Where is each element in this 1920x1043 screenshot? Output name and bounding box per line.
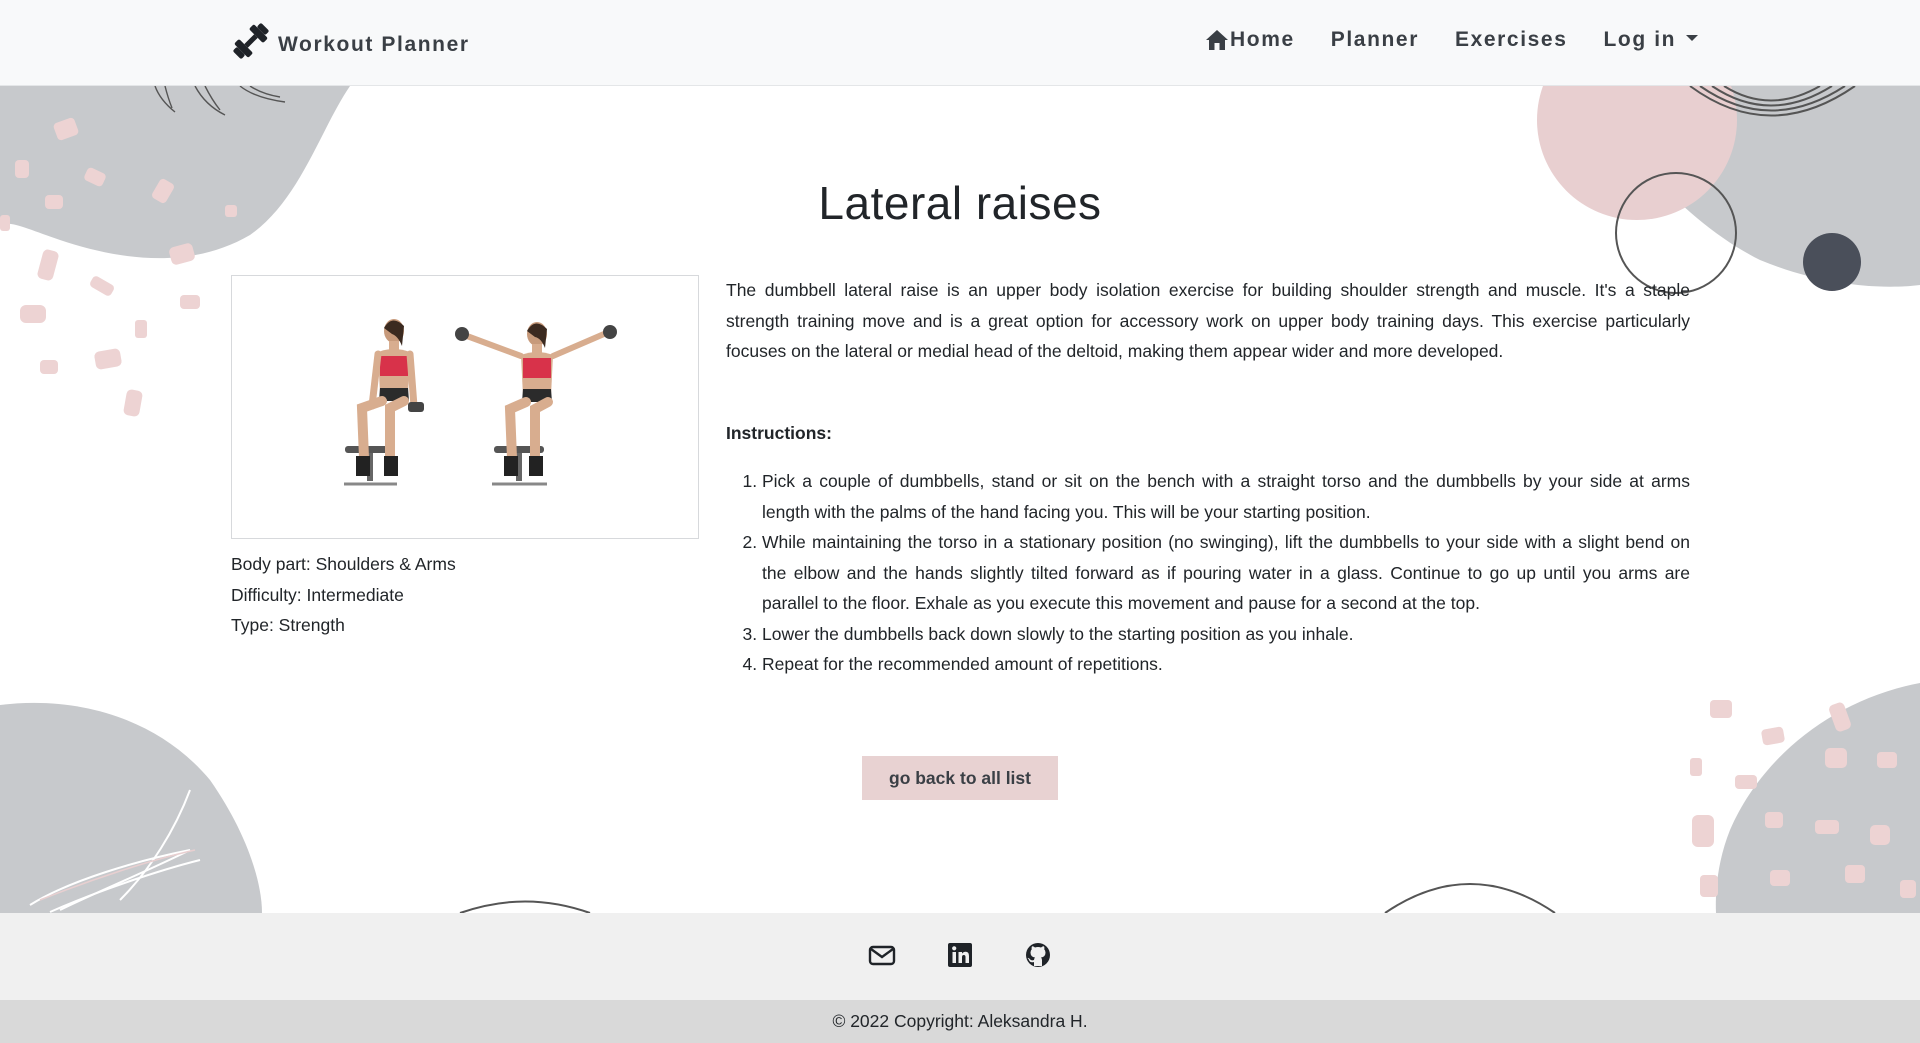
linkedin-link[interactable] bbox=[945, 940, 975, 970]
envelope-icon bbox=[868, 945, 896, 966]
exercise-detail: Lateral raises Body part: Shoulders & Ar… bbox=[0, 86, 1920, 913]
exercise-image bbox=[231, 275, 699, 539]
github-icon bbox=[1026, 943, 1050, 967]
caret-down-icon bbox=[1686, 35, 1699, 41]
instruction-item: Repeat for the recommended amount of rep… bbox=[762, 649, 1690, 680]
instructions-list: Pick a couple of dumbbells, stand or sit… bbox=[726, 466, 1690, 680]
brand-name: Workout Planner bbox=[278, 33, 470, 56]
exercise-meta: Body part: Shoulders & Arms Difficulty: … bbox=[231, 549, 456, 641]
home-icon bbox=[1206, 30, 1228, 50]
body-part: Body part: Shoulders & Arms bbox=[231, 554, 456, 574]
instruction-item: Pick a couple of dumbbells, stand or sit… bbox=[762, 466, 1690, 527]
email-link[interactable] bbox=[867, 940, 897, 970]
social-links bbox=[0, 940, 1920, 970]
nav-exercises[interactable]: Exercises bbox=[1455, 24, 1568, 56]
copyright: © 2022 Copyright: Aleksandra H. bbox=[0, 1000, 1920, 1043]
nav-login-dropdown[interactable]: Log in bbox=[1603, 24, 1699, 56]
navbar: Workout Planner Home Planner Exercises L… bbox=[0, 0, 1920, 86]
instruction-item: Lower the dumbbells back down slowly to … bbox=[762, 619, 1690, 650]
exercise-illustration bbox=[344, 319, 617, 486]
linkedin-icon bbox=[948, 943, 972, 967]
instruction-item: While maintaining the torso in a station… bbox=[762, 527, 1690, 619]
exercise-description: The dumbbell lateral raise is an upper b… bbox=[726, 280, 1690, 361]
nav-planner[interactable]: Planner bbox=[1331, 24, 1419, 56]
github-link[interactable] bbox=[1023, 940, 1053, 970]
difficulty: Difficulty: Intermediate bbox=[231, 584, 404, 605]
nav-links: Home Planner Exercises Log in bbox=[1205, 24, 1734, 56]
nav-home[interactable]: Home bbox=[1205, 24, 1295, 56]
dumbbell-icon bbox=[233, 23, 269, 59]
exercise-type: Type: Strength bbox=[231, 615, 345, 635]
exercise-title: Lateral raises bbox=[818, 177, 1102, 229]
figure-start-position bbox=[344, 319, 424, 486]
nav-home-label: Home bbox=[1230, 28, 1295, 51]
brand-link[interactable]: Workout Planner bbox=[230, 20, 470, 62]
instructions-heading: Instructions: bbox=[726, 423, 832, 443]
footer-social-bar bbox=[0, 913, 1920, 1000]
figure-raised-position bbox=[455, 322, 617, 486]
nav-login-label: Log in bbox=[1603, 28, 1677, 51]
back-to-list-button[interactable]: go back to all list bbox=[862, 756, 1058, 800]
